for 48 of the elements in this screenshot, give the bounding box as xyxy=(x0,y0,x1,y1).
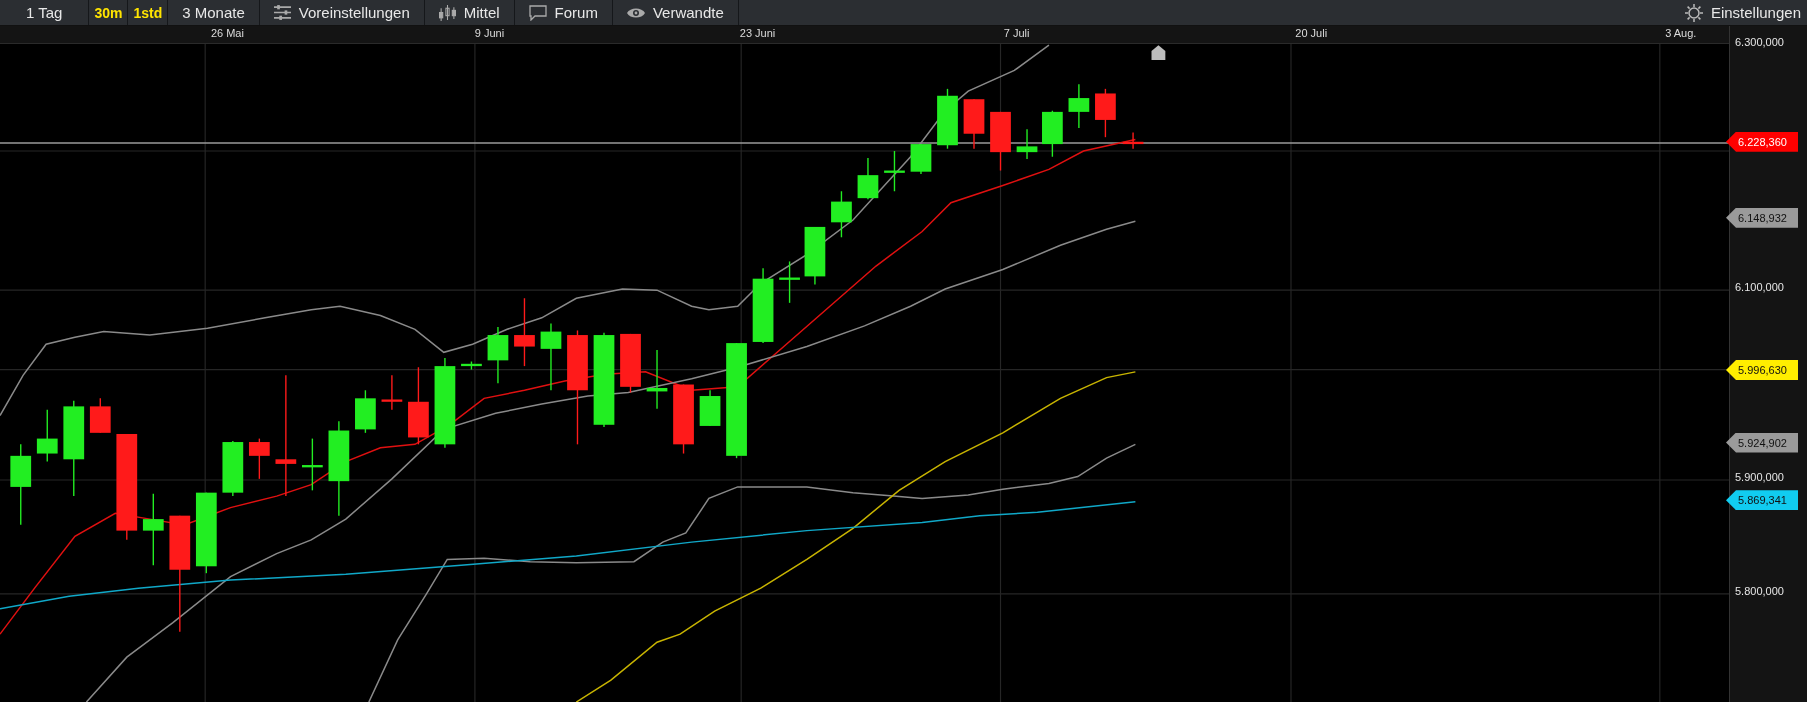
candlestick xyxy=(779,260,800,304)
candlestick xyxy=(249,437,270,480)
candlestick-icon xyxy=(438,4,456,21)
candlestick xyxy=(963,98,985,150)
date-label: 20 Juli xyxy=(1295,27,1328,39)
candlestick xyxy=(381,374,403,411)
date-label: 7 Juli xyxy=(1003,27,1030,39)
marker-icon xyxy=(1151,45,1166,61)
candlestick xyxy=(222,440,244,497)
speech-bubble-icon xyxy=(528,4,547,21)
candlestick xyxy=(487,326,509,385)
candlestick xyxy=(514,297,535,367)
candlestick xyxy=(89,397,111,434)
price-label: 6.300,000 xyxy=(1735,35,1784,48)
price-tag: 5.924,902 xyxy=(1726,432,1798,453)
candlestick xyxy=(1095,88,1116,138)
eye-icon xyxy=(626,6,645,19)
candlestick xyxy=(302,437,323,491)
price-tag: 5.869,341 xyxy=(1726,490,1798,511)
date-label: 9 Juni xyxy=(474,27,505,39)
price-label: 5.800,000 xyxy=(1735,585,1784,598)
date-label: 23 Juni xyxy=(739,27,776,39)
candlestick xyxy=(540,322,562,391)
date-label: 3 Aug. xyxy=(1665,27,1697,39)
candlestick xyxy=(1042,110,1063,158)
candlestick xyxy=(355,389,376,434)
candlestick xyxy=(461,360,482,371)
candlestick xyxy=(1016,128,1038,160)
date-label: 26 Mai xyxy=(210,27,244,39)
price-label: 5.900,000 xyxy=(1735,471,1784,484)
settings-icon xyxy=(1684,3,1703,22)
candlestick xyxy=(937,88,958,150)
price-tag: 5.996,630 xyxy=(1726,359,1798,380)
candlestick xyxy=(884,150,905,192)
candlestick xyxy=(673,383,694,455)
candlestick xyxy=(910,143,932,175)
candlestick xyxy=(857,157,879,200)
candlestick xyxy=(646,349,668,410)
sliders-icon xyxy=(273,5,291,20)
price-label: 6.100,000 xyxy=(1735,281,1784,294)
candlestick xyxy=(36,409,58,463)
candlestick xyxy=(1068,83,1090,129)
candlestick xyxy=(990,111,1011,172)
candlestick xyxy=(620,333,641,394)
price-tag: 6.148,932 xyxy=(1726,207,1798,228)
price-tag: 6.228,360 xyxy=(1726,131,1798,152)
candlestick xyxy=(831,190,852,238)
candlestick xyxy=(1122,131,1144,150)
